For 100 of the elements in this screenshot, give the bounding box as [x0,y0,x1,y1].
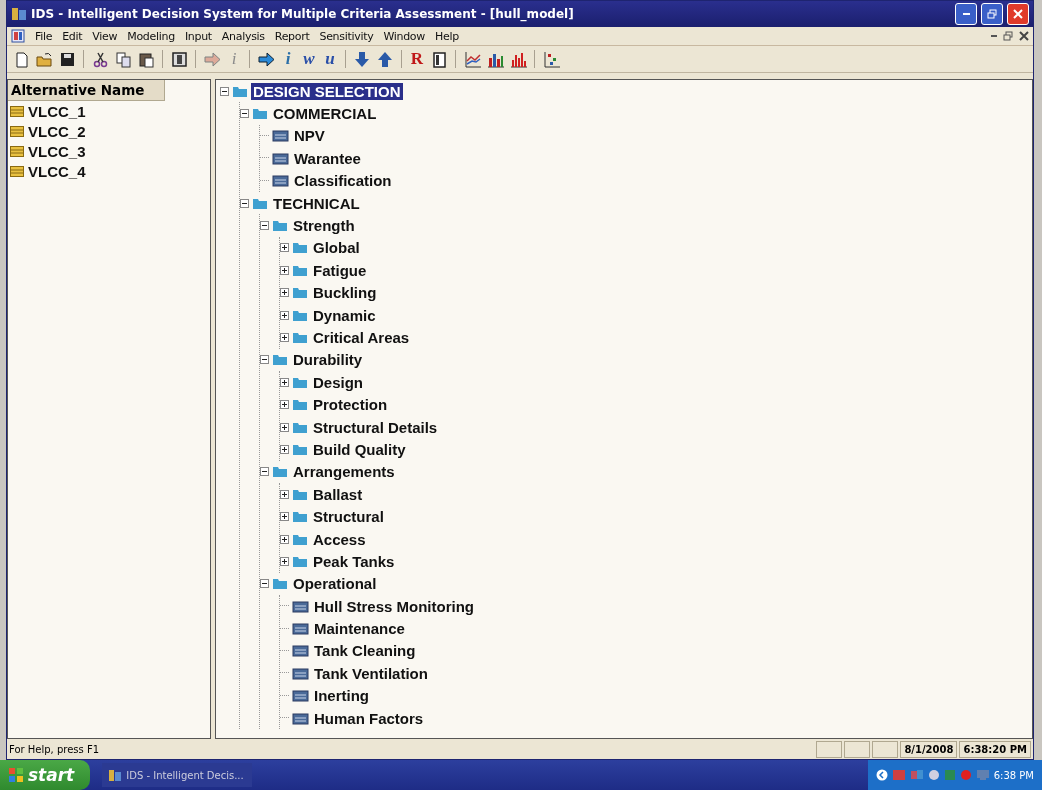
tree-node[interactable]: Access [311,530,368,548]
close-button[interactable] [1007,3,1029,25]
folder-icon [292,398,308,412]
toolbar-button[interactable] [256,49,276,69]
table-icon [10,105,24,117]
list-item[interactable]: VLCC_1 [26,102,88,120]
status-text: For Help, press F1 [9,743,101,755]
collapse-icon[interactable] [260,355,269,365]
clock: 6:38 PM [993,769,1034,781]
tree-node[interactable]: Strength [291,217,357,235]
document-icon[interactable] [11,29,25,43]
tree-node[interactable]: COMMERCIAL [271,105,379,123]
tree-node[interactable]: Dynamic [311,306,378,324]
tree-node[interactable]: Protection [311,396,390,414]
windows-logo-icon [8,767,24,783]
close-icon[interactable] [1019,31,1029,41]
collapse-icon[interactable] [260,467,269,477]
expand-icon[interactable] [280,310,289,320]
menu-item[interactable]: View [92,29,118,43]
minimize-button[interactable] [955,3,977,25]
toolbar-button[interactable] [169,49,189,69]
expand-icon[interactable] [280,333,289,342]
folder-icon [292,442,308,456]
start-button[interactable]: start [0,760,91,790]
tree-node[interactable]: Build Quality [311,440,408,458]
tree-node[interactable]: Classification [292,172,394,190]
menu-item[interactable]: Modeling [127,29,175,43]
restore-icon[interactable] [1003,31,1013,41]
toolbar-button[interactable] [113,49,133,69]
collapse-icon[interactable] [220,86,229,96]
menu-item[interactable]: Report [274,29,310,43]
menu-item[interactable]: Input [184,29,212,43]
tray-icon[interactable] [927,769,940,781]
tree-node[interactable]: NPV [292,127,327,145]
tree-node[interactable]: Tank Cleaning [312,642,418,660]
tree-node[interactable]: Hull Stress Monitoring [312,597,476,615]
folder-icon [292,331,308,344]
menu-item[interactable]: Edit [62,29,83,43]
folder-icon [272,577,288,591]
right-arrow-icon [203,50,221,68]
tree-node[interactable]: Inerting [312,687,371,705]
tree-node[interactable]: DESIGN SELECTION [251,82,403,100]
expand-icon[interactable] [280,288,289,298]
right-arrow-icon [257,50,275,68]
tree-node[interactable]: Critical Areas [311,329,412,346]
tree-node[interactable]: Design [311,373,365,391]
collapse-icon[interactable] [240,109,249,119]
folder-icon [252,196,268,210]
criterion-icon [272,151,289,165]
expand-icon[interactable] [280,400,289,410]
status-pane [816,740,843,758]
folder-icon [292,308,308,322]
menu-item[interactable]: File [35,29,53,43]
chevron-icon[interactable] [875,769,888,781]
tree-node[interactable]: Operational [291,575,379,593]
list-item[interactable]: VLCC_2 [26,122,88,140]
menu-item[interactable]: Sensitivity [319,29,374,43]
expand-icon[interactable] [280,512,289,522]
expand-icon[interactable] [280,534,289,544]
line-chart-icon [463,50,481,68]
expand-icon[interactable] [280,422,289,432]
tree-node[interactable]: Fatigue [311,261,369,279]
collapse-icon[interactable] [240,198,249,208]
expand-icon[interactable] [280,243,289,253]
tree-node[interactable]: TECHNICAL [271,194,362,212]
collapse-icon[interactable] [260,579,269,589]
tree-node[interactable]: Tank Ventilation [312,664,430,682]
tree-node[interactable]: Maintenance [312,620,407,638]
tree-node[interactable]: Human Factors [312,709,426,727]
criterion-icon [292,689,309,703]
collapse-icon[interactable] [260,221,269,231]
tree-node[interactable]: Warantee [292,149,363,167]
expand-icon[interactable] [280,489,289,499]
toolbar-button[interactable]: i [279,49,297,69]
expand-icon[interactable] [280,265,289,275]
up-arrow-icon [376,50,394,68]
menu-item[interactable]: Help [435,29,459,43]
tree-node[interactable]: Durability [291,351,365,369]
toolbar-button[interactable]: w [300,49,318,69]
expand-icon[interactable] [280,556,289,566]
criterion-icon [292,711,309,725]
tree-node[interactable]: Structural Details [311,418,440,436]
menu-item[interactable]: Analysis [221,29,265,43]
tree-node[interactable]: Peak Tanks [311,552,397,570]
tree-node[interactable]: Buckling [311,284,379,302]
expand-icon[interactable] [280,377,289,387]
restore-button[interactable] [981,3,1003,25]
taskbar-button[interactable]: IDS - Intelligent Decis... [102,763,253,787]
tree-node[interactable]: Arrangements [291,463,397,481]
expand-icon[interactable] [280,444,289,454]
toolbar-button[interactable]: R [408,49,426,69]
list-item[interactable]: VLCC_3 [26,142,88,160]
menu-item[interactable]: Window [383,29,425,43]
tree-node[interactable]: Ballast [311,485,365,503]
tree-node[interactable]: Global [311,239,362,257]
folder-icon [292,487,308,501]
tree-node[interactable]: Structural [311,508,386,526]
table-icon [10,125,24,137]
toolbar-button[interactable]: u [321,49,339,69]
list-item[interactable]: VLCC_4 [26,162,88,180]
